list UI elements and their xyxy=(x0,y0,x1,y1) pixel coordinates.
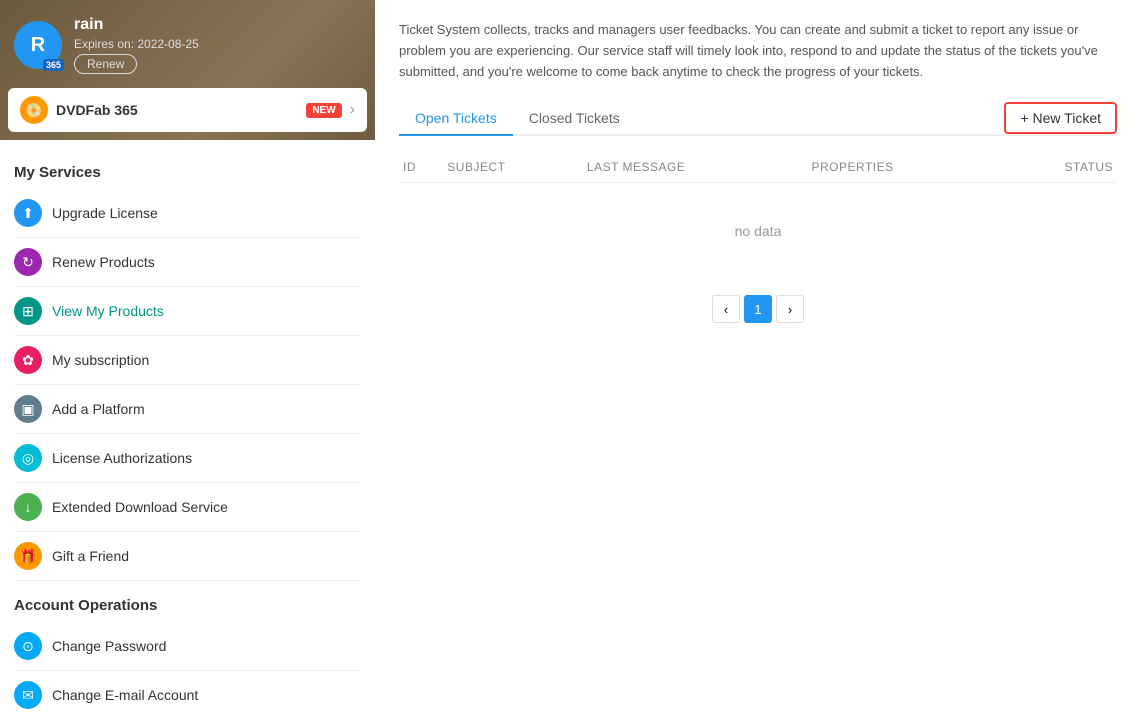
expires-text: Expires on: 2022-08-25 xyxy=(74,37,199,51)
products-icon: ⊞ xyxy=(14,297,42,325)
menu-label: Upgrade License xyxy=(52,205,158,221)
tabs: Open Tickets Closed Tickets xyxy=(399,102,636,134)
renew-icon: ↻ xyxy=(14,248,42,276)
pagination: ‹ 1 › xyxy=(399,295,1117,323)
platform-icon: ▣ xyxy=(14,395,42,423)
menu-item-extended-download[interactable]: ↓ Extended Download Service xyxy=(14,483,361,532)
avatar-badge: 365 xyxy=(43,59,64,71)
new-badge: NEW xyxy=(306,103,341,118)
user-section: R 365 rain Expires on: 2022-08-25 Renew xyxy=(0,0,375,88)
user-info: rain Expires on: 2022-08-25 Renew xyxy=(74,16,199,74)
ticket-header: Open Tickets Closed Tickets + New Ticket xyxy=(399,102,1117,136)
menu-item-license-auth[interactable]: ◎ License Authorizations xyxy=(14,434,361,483)
menu-item-renew-products[interactable]: ↻ Renew Products xyxy=(14,238,361,287)
menu-item-change-email[interactable]: ✉ Change E-mail Account xyxy=(14,671,361,717)
account-operations-title: Account Operations xyxy=(14,597,361,614)
license-icon: ◎ xyxy=(14,444,42,472)
ticket-table: ID SUBJECT LAST MESSAGE PROPERTIES STATU… xyxy=(399,152,1117,279)
sidebar-content: My Services ⬆ Upgrade License ↻ Renew Pr… xyxy=(0,140,375,717)
gift-icon: 🎁 xyxy=(14,542,42,570)
chevron-right-icon: › xyxy=(350,101,355,119)
menu-item-change-password[interactable]: ⊙ Change Password xyxy=(14,622,361,671)
description-text: Ticket System collects, tracks and manag… xyxy=(399,20,1099,82)
product-bar[interactable]: 📀 DVDFab 365 NEW › xyxy=(8,88,367,132)
email-icon: ✉ xyxy=(14,681,42,709)
main-content: Ticket System collects, tracks and manag… xyxy=(375,0,1141,717)
menu-item-view-my-products[interactable]: ⊞ View My Products xyxy=(14,287,361,336)
next-page-button[interactable]: › xyxy=(776,295,804,323)
menu-item-gift-friend[interactable]: 🎁 Gift a Friend xyxy=(14,532,361,581)
col-id: ID xyxy=(399,152,443,183)
prev-page-button[interactable]: ‹ xyxy=(712,295,740,323)
subscription-icon: ✿ xyxy=(14,346,42,374)
tab-closed-tickets[interactable]: Closed Tickets xyxy=(513,102,636,136)
no-data-message: no data xyxy=(399,183,1117,280)
menu-label: License Authorizations xyxy=(52,450,192,466)
product-name: DVDFab 365 xyxy=(56,102,298,118)
user-name: rain xyxy=(74,16,199,34)
col-subject: SUBJECT xyxy=(443,152,583,183)
menu-item-my-subscription[interactable]: ✿ My subscription xyxy=(14,336,361,385)
download-icon: ↓ xyxy=(14,493,42,521)
sidebar: R 365 rain Expires on: 2022-08-25 Renew … xyxy=(0,0,375,717)
menu-label: Change E-mail Account xyxy=(52,687,198,703)
product-icon: 📀 xyxy=(20,96,48,124)
menu-label: Gift a Friend xyxy=(52,548,129,564)
menu-label: Change Password xyxy=(52,638,166,654)
password-icon: ⊙ xyxy=(14,632,42,660)
menu-label: Renew Products xyxy=(52,254,155,270)
col-status: STATUS xyxy=(998,152,1117,183)
col-properties: PROPERTIES xyxy=(808,152,998,183)
col-last-message: LAST MESSAGE xyxy=(583,152,808,183)
menu-item-upgrade-license[interactable]: ⬆ Upgrade License xyxy=(14,189,361,238)
menu-item-add-platform[interactable]: ▣ Add a Platform xyxy=(14,385,361,434)
menu-label: My subscription xyxy=(52,352,149,368)
menu-label: Extended Download Service xyxy=(52,499,228,515)
page-1-button[interactable]: 1 xyxy=(744,295,772,323)
my-services-title: My Services xyxy=(14,164,361,181)
tab-open-tickets[interactable]: Open Tickets xyxy=(399,102,513,136)
new-ticket-button[interactable]: + New Ticket xyxy=(1004,102,1117,134)
menu-label: View My Products xyxy=(52,303,164,319)
avatar: R 365 xyxy=(14,21,62,69)
upgrade-icon: ⬆ xyxy=(14,199,42,227)
menu-label: Add a Platform xyxy=(52,401,145,417)
renew-button[interactable]: Renew xyxy=(74,54,137,74)
